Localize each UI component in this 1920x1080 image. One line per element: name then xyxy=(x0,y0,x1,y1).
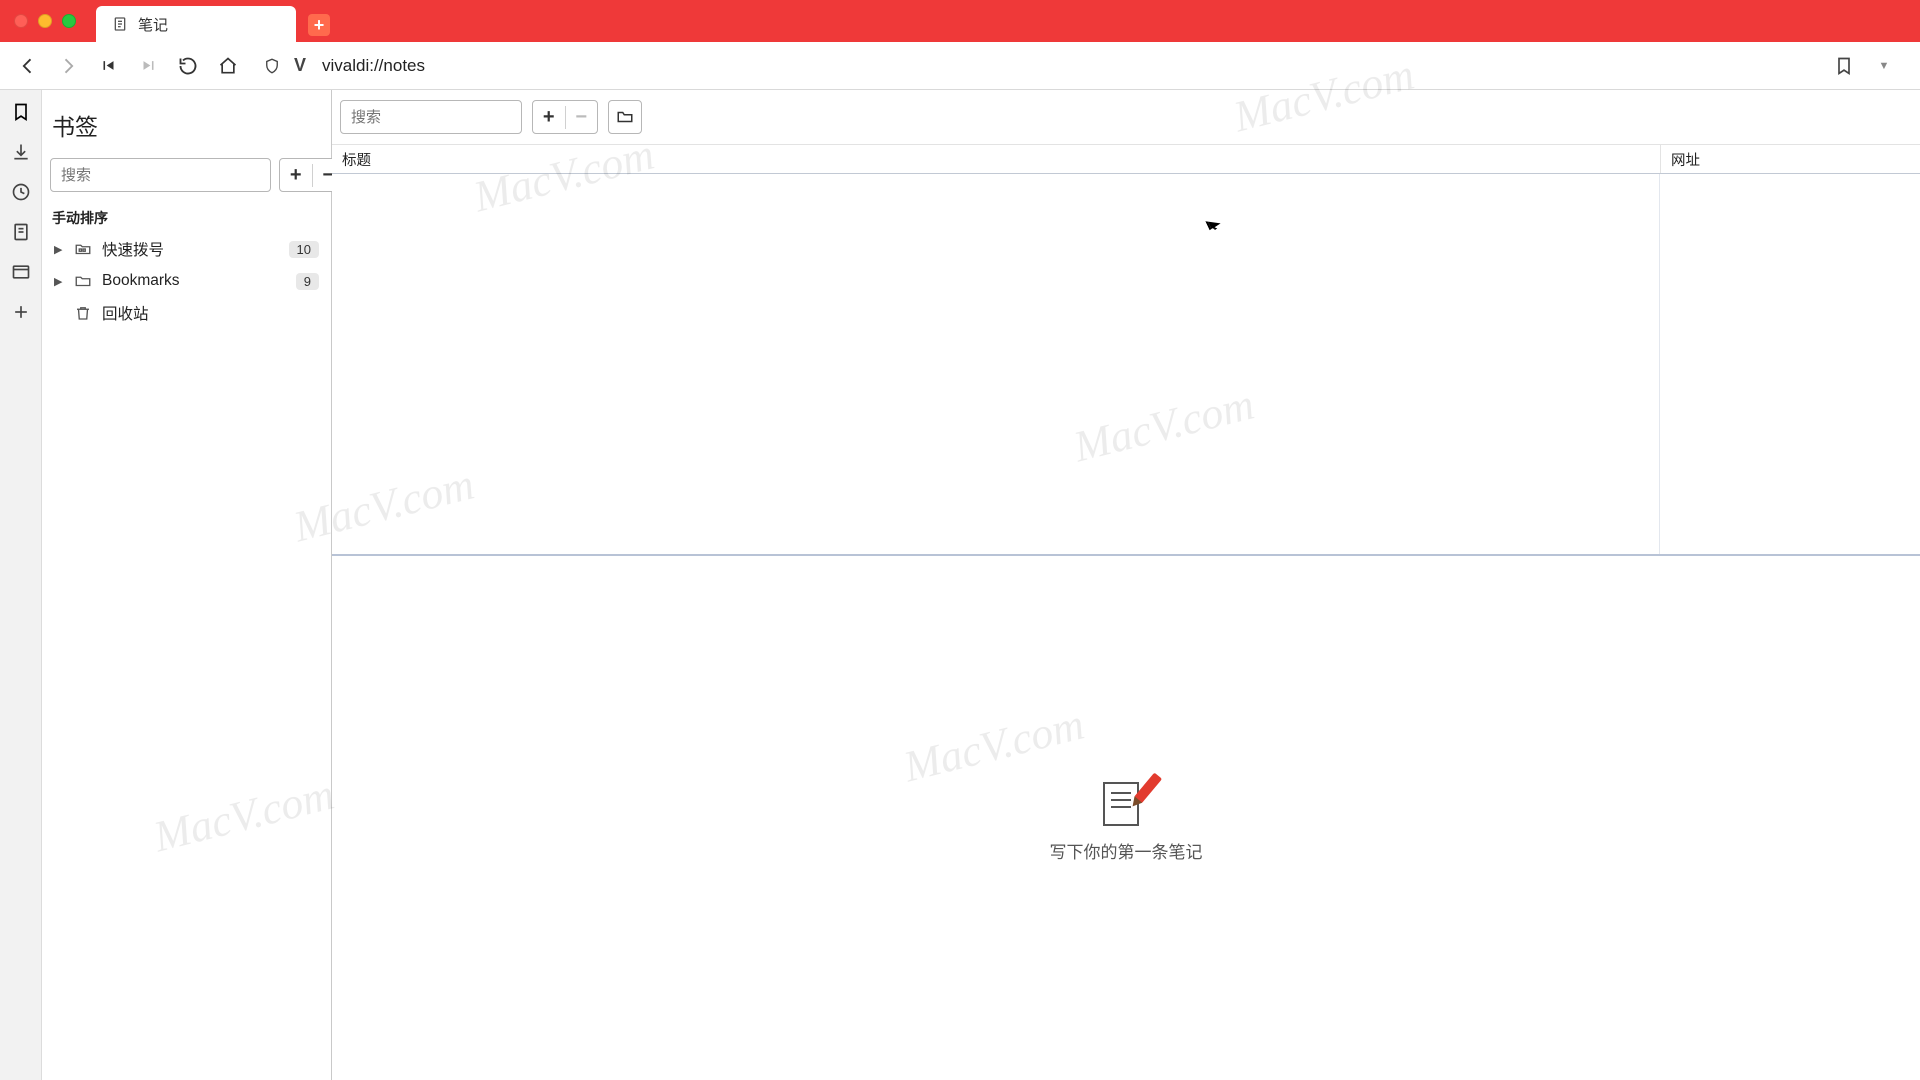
window-close-button[interactable] xyxy=(14,14,28,28)
rail-downloads-button[interactable] xyxy=(7,138,35,166)
minus-icon: − xyxy=(575,106,587,129)
speeddial-folder-icon xyxy=(74,240,92,258)
list-area[interactable] xyxy=(332,174,1920,556)
workspace: 书签 + − 手动排序 ▶ 快速拨号 10 ▶ xyxy=(0,90,1920,1080)
home-button[interactable] xyxy=(210,48,246,84)
site-badge-label: V xyxy=(294,55,306,76)
chevron-right-icon: ▶ xyxy=(54,243,64,256)
note-pencil-icon xyxy=(1103,774,1149,826)
cursor-icon xyxy=(1208,216,1222,234)
tree-item-speeddial[interactable]: ▶ 快速拨号 10 xyxy=(42,232,331,266)
folder-icon xyxy=(74,272,92,290)
tree-item-label: 快速拨号 xyxy=(102,238,279,260)
column-title-label: 标题 xyxy=(342,149,371,170)
rail-history-button[interactable] xyxy=(7,178,35,206)
rail-add-panel-button[interactable] xyxy=(7,298,35,326)
panel-title: 书签 xyxy=(42,90,331,158)
window-controls xyxy=(14,14,76,28)
reload-button[interactable] xyxy=(170,48,206,84)
tab-title: 笔记 xyxy=(138,14,168,35)
tree-item-trash[interactable]: 回收站 xyxy=(42,296,331,330)
main-toolbar: + − xyxy=(332,90,1920,144)
address-bar: V vivaldi://notes ▼ xyxy=(0,42,1920,90)
tree-item-label: Bookmarks xyxy=(102,272,286,290)
main-search-input[interactable] xyxy=(340,100,522,134)
main-remove-button[interactable]: − xyxy=(565,106,598,129)
rail-window-button[interactable] xyxy=(7,258,35,286)
site-badge-icon[interactable]: V xyxy=(286,52,314,80)
list-columns: 标题 网址 xyxy=(332,144,1920,174)
main-new-folder-button[interactable] xyxy=(608,100,642,134)
panel-add-button[interactable]: + xyxy=(280,164,312,187)
column-divider[interactable] xyxy=(1659,174,1660,554)
panel-rail xyxy=(0,90,42,1080)
column-title[interactable]: 标题 xyxy=(332,145,1660,173)
tree-item-count: 10 xyxy=(289,241,319,258)
column-url-label: 网址 xyxy=(1671,149,1700,170)
bookmarks-panel: 书签 + − 手动排序 ▶ 快速拨号 10 ▶ xyxy=(42,90,332,1080)
fast-forward-button[interactable] xyxy=(130,48,166,84)
titlebar: 笔记 + xyxy=(0,0,1920,42)
rail-bookmarks-button[interactable] xyxy=(7,98,35,126)
bookmark-page-button[interactable] xyxy=(1826,48,1862,84)
window-minimize-button[interactable] xyxy=(38,14,52,28)
main-add-button[interactable]: + xyxy=(533,106,565,129)
back-button[interactable] xyxy=(10,48,46,84)
forward-button[interactable] xyxy=(50,48,86,84)
bookmark-tree: ▶ 快速拨号 10 ▶ Bookmarks 9 回收站 xyxy=(42,232,331,330)
shield-icon[interactable] xyxy=(258,52,286,80)
trash-icon xyxy=(74,304,92,322)
address-menu-button[interactable]: ▼ xyxy=(1866,48,1902,84)
plus-icon: + xyxy=(314,15,325,36)
rail-notes-button[interactable] xyxy=(7,218,35,246)
main-area: + − 标题 网址 写下你的第一条笔记 MacV.com MacV xyxy=(332,90,1920,1080)
panel-toolbar: + − xyxy=(42,158,331,202)
chevron-right-icon: ▶ xyxy=(54,275,64,288)
main-add-remove-button[interactable]: + − xyxy=(532,100,598,134)
plus-icon: + xyxy=(290,164,302,187)
tab-notes[interactable]: 笔记 xyxy=(96,6,296,42)
tree-item-bookmarks[interactable]: ▶ Bookmarks 9 xyxy=(42,266,331,296)
panel-search-input[interactable] xyxy=(50,158,271,192)
notes-icon xyxy=(112,16,128,32)
plus-icon: + xyxy=(543,106,555,129)
detail-area: 写下你的第一条笔记 xyxy=(332,556,1920,1080)
empty-state: 写下你的第一条笔记 xyxy=(1050,774,1203,863)
address-url[interactable]: vivaldi://notes xyxy=(314,52,1814,80)
window-maximize-button[interactable] xyxy=(62,14,76,28)
empty-caption: 写下你的第一条笔记 xyxy=(1050,838,1203,863)
tab-strip: 笔记 + xyxy=(96,0,330,42)
tree-item-count: 9 xyxy=(296,273,319,290)
tree-item-label: 回收站 xyxy=(102,302,319,324)
column-url[interactable]: 网址 xyxy=(1660,145,1920,173)
rewind-button[interactable] xyxy=(90,48,126,84)
address-field-wrap: V vivaldi://notes xyxy=(258,49,1814,83)
new-tab-button[interactable]: + xyxy=(308,14,330,36)
panel-section-label: 手动排序 xyxy=(42,202,331,232)
